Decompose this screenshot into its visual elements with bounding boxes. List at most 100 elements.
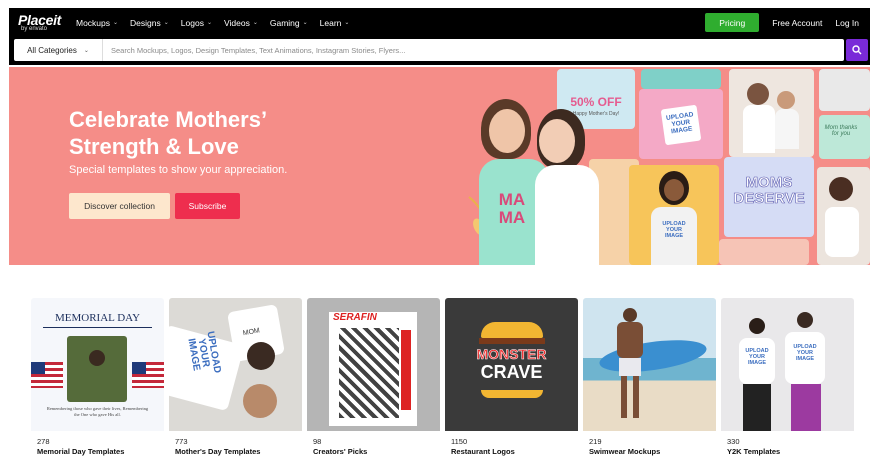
upload-text-man: UPLOAD YOUR IMAGE — [793, 344, 817, 362]
mama-shirt-text: MA MA — [498, 190, 526, 227]
menu-item-learn[interactable]: Learn ⌄ — [320, 18, 350, 28]
anime-artwork: SERAFIN — [329, 312, 417, 426]
man-head — [623, 308, 637, 322]
collage-tile-top-right — [819, 69, 870, 111]
subscribe-button[interactable]: Subscribe — [175, 193, 240, 219]
chevron-down-icon: ⌄ — [302, 20, 308, 26]
flag-right — [132, 362, 164, 388]
y2k-thumbnail: UPLOAD YOUR IMAGE UPLOAD YOUR IMAGE — [721, 298, 854, 431]
collage-tile-family-photo — [729, 69, 814, 157]
memorial-day-heading: MEMORIAL DAY — [43, 312, 152, 328]
category-card-y2k[interactable]: UPLOAD YOUR IMAGE UPLOAD YOUR IMAGE 330 … — [721, 298, 854, 456]
menu-item-logos[interactable]: Logos ⌄ — [181, 18, 212, 28]
card-count: 773 — [175, 437, 188, 446]
placeit-logo[interactable]: Placeit by envato — [18, 13, 62, 32]
category-card-restaurant-logos[interactable]: MONSTER CRAVE 1150 Restaurant Logos — [445, 298, 578, 456]
category-select-label: All Categories — [27, 45, 77, 55]
mom-thanks-text: Mom thanks for you — [824, 125, 858, 137]
nav-right-group: Pricing Free Account Log In — [705, 13, 859, 32]
memorial-caption: Remembering those who gave their lives, … — [46, 406, 149, 417]
hero-banner: Celebrate Mothers’ Strength & Love Speci… — [9, 67, 870, 265]
burger-patty-icon — [479, 338, 545, 344]
free-account-link[interactable]: Free Account — [772, 18, 822, 28]
card-title: Y2K Templates — [727, 447, 781, 456]
menu-item-mockups[interactable]: Mockups ⌄ — [76, 18, 118, 28]
surfboard — [597, 334, 709, 378]
chevron-down-icon: ⌄ — [113, 20, 119, 26]
hero-title-line-2: Strength & Love — [69, 134, 239, 159]
man-torso — [617, 322, 643, 358]
restaurant-logos-thumbnail: MONSTER CRAVE — [445, 298, 578, 431]
category-select[interactable]: All Categories ⌄ — [14, 39, 103, 61]
search-input[interactable] — [103, 45, 844, 55]
mother-daughter-photo: MA MA — [479, 97, 599, 265]
menu-label: Learn — [319, 17, 342, 28]
monster-text: MONSTER — [476, 346, 547, 363]
swimwear-thumbnail — [583, 298, 716, 431]
crave-text: CRAVE — [480, 362, 543, 382]
woman-head — [749, 318, 765, 334]
collage-tile-mom-thanks: Mom thanks for you — [819, 115, 870, 159]
chevron-down-icon: ⌄ — [163, 20, 169, 26]
woman-top: UPLOAD YOUR IMAGE — [739, 338, 775, 384]
burger-bottom-bun — [481, 390, 543, 398]
upload-text-woman: UPLOAD YOUR IMAGE — [745, 348, 769, 366]
upload-card: UPLOAD YOUR IMAGE — [660, 104, 702, 146]
card-count: 1150 — [451, 437, 468, 446]
menu-item-designs[interactable]: Designs ⌄ — [130, 18, 169, 28]
card-count: 330 — [727, 437, 740, 446]
hero-collage-image: 50% OFF Happy Mother's Day! UPLOAD YOUR IM… — [439, 67, 870, 265]
card-title: Creators' Picks — [313, 447, 368, 456]
child-head — [247, 342, 275, 370]
discover-collection-button[interactable]: Discover collection — [69, 193, 170, 219]
upload-text: UPLOAD YOUR IMAGE — [665, 111, 694, 136]
upload-image-text: UPLOAD YOUR IMAGE — [185, 330, 223, 375]
collage-tile-moms-deserve: MOMS DESERVE — [724, 157, 814, 237]
man-top: UPLOAD YOUR IMAGE — [785, 332, 825, 384]
card-count: 98 — [313, 437, 322, 446]
menu-label: Videos — [224, 17, 250, 28]
flag-left — [31, 362, 63, 388]
category-card-creators-picks[interactable]: SERAFIN 98 Creators' Picks — [307, 298, 440, 456]
collage-tile-bottom — [719, 239, 809, 265]
menu-item-gaming[interactable]: Gaming ⌄ — [270, 18, 308, 28]
hero-title: Celebrate Mothers’ Strength & Love — [69, 106, 369, 160]
man-pants — [791, 384, 821, 431]
card-title: Restaurant Logos — [451, 447, 515, 456]
search-icon — [852, 45, 862, 55]
soldier-photo — [67, 336, 127, 402]
swim-shorts — [619, 358, 641, 376]
menu-item-videos[interactable]: Videos ⌄ — [224, 18, 258, 28]
collage-tile-kids — [817, 167, 870, 265]
top-navigation-bar: Placeit by envato Mockups ⌄ Designs ⌄ Logo… — [9, 8, 870, 37]
chevron-down-icon: ⌄ — [83, 47, 89, 54]
main-menu: Mockups ⌄ Designs ⌄ Logos ⌄ Videos ⌄ Gaming ⌄… — [76, 18, 349, 28]
search-button[interactable] — [846, 39, 868, 61]
memorial-day-thumbnail: MEMORIAL DAY Remembering those who gave … — [31, 298, 164, 431]
logo-text: Placeit — [18, 12, 62, 28]
logo-subtext: by envato — [21, 26, 48, 32]
card-title: Memorial Day Templates — [37, 447, 125, 456]
chevron-down-icon: ⌄ — [344, 20, 350, 26]
mothers-day-thumbnail: UPLOAD YOUR IMAGE MOM — [169, 298, 302, 431]
woman-pants — [743, 384, 771, 431]
card-count: 219 — [589, 437, 602, 446]
man-head — [797, 312, 813, 328]
burger-bun-icon — [481, 322, 543, 338]
search-bar: All Categories ⌄ — [9, 37, 870, 65]
login-link[interactable]: Log In — [835, 18, 859, 28]
card-title: Mother's Day Templates — [175, 447, 261, 456]
menu-label: Gaming — [269, 17, 300, 28]
category-card-swimwear-mockups[interactable]: 219 Swimwear Mockups — [583, 298, 716, 456]
pricing-button[interactable]: Pricing — [705, 13, 760, 32]
moms-deserve-text: MOMS DESERVE — [733, 174, 805, 207]
upload-text-2: UPLOAD YOUR IMAGE — [662, 221, 686, 239]
category-card-mothers-day[interactable]: UPLOAD YOUR IMAGE MOM 773 Mother's Day T… — [169, 298, 302, 456]
menu-label: Logos — [180, 17, 204, 28]
mother-head — [243, 384, 277, 418]
hero-subtitle: Special templates to show your appreciat… — [69, 164, 288, 176]
category-card-memorial-day[interactable]: MEMORIAL DAY Remembering those who gave … — [31, 298, 164, 456]
chevron-down-icon: ⌄ — [252, 20, 258, 26]
collage-tile-woman: UPLOAD YOUR IMAGE — [629, 165, 719, 265]
collage-tile-teal — [641, 69, 721, 89]
